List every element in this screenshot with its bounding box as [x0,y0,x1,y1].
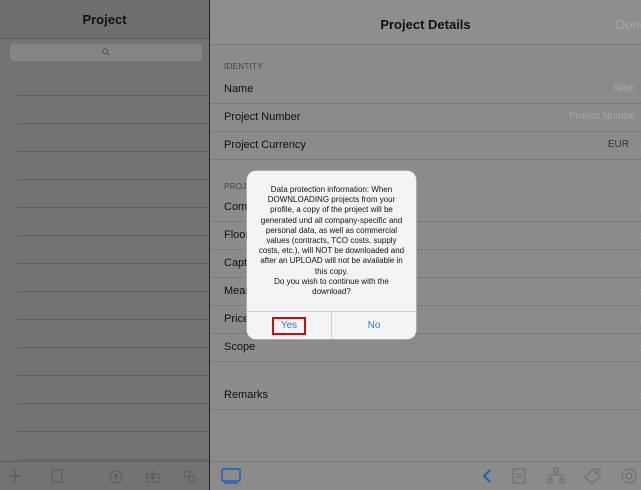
project-details-toolbar [210,461,641,490]
tag-icon[interactable] [582,466,604,486]
name-input[interactable]: Nam [614,83,635,94]
project-number-input[interactable]: Project Numbe [569,111,635,122]
list-row-separator [18,208,209,236]
project-details-title: Project Details [380,17,471,32]
copy-icon[interactable] [48,466,68,486]
section-label-identity: IDENTITY [224,62,263,71]
app: Project Project Details Don IDENTITY Nam… [0,0,641,490]
price-label: Price [224,313,250,325]
com-label: Com [224,201,248,213]
settings-icon[interactable] [179,466,199,486]
list-row-separator [18,404,209,432]
gear-icon[interactable] [618,466,640,486]
name-label: Name [224,83,254,95]
no-button[interactable]: No [332,312,416,339]
yes-button-label: Yes [271,316,307,335]
name-row[interactable]: Name Nam [210,76,641,104]
data-protection-alert: Data protection information: When DOWNLO… [247,171,416,339]
currency-value: EUR [607,139,629,150]
project-details-header: Project Details Done [210,0,641,45]
hierarchy-icon[interactable] [545,466,567,486]
list-row-separator [18,152,209,180]
yes-button[interactable]: Yes [247,312,331,339]
alert-message: Data protection information: When DOWNLO… [258,185,405,297]
project-list [0,68,209,460]
currency-row[interactable]: Project Currency EUR › [210,132,641,160]
back-chevron-icon[interactable] [476,466,498,486]
project-list-header: Project [0,0,209,39]
list-row-separator [18,292,209,320]
list-row-separator [18,68,209,96]
plus-icon[interactable] [5,466,25,486]
list-row-separator [18,432,209,460]
section-label-project: PROJ [224,182,247,191]
tablet-icon[interactable] [220,466,242,486]
scope-label: Scope [224,341,256,353]
list-row-separator [18,264,209,292]
list-row-separator [18,180,209,208]
cloud-upload-icon[interactable] [106,466,126,486]
list-row-separator [18,236,209,264]
project-list-toolbar [0,461,209,490]
project-list-pane: Project [0,0,209,490]
remarks-label: Remarks [224,389,269,401]
capt-label: Capt [224,257,248,269]
no-button-label: No [367,320,381,331]
project-number-label: Project Number [224,111,301,123]
floor-label: Floor [224,229,250,241]
done-button[interactable]: Done [616,17,641,32]
list-row-separator [18,320,209,348]
remarks-row[interactable]: Remarks › [210,382,641,410]
list-row-separator [18,124,209,152]
list-row-separator [18,96,209,124]
project-number-row[interactable]: Project Number Project Numbe [210,104,641,132]
list-row-separator [18,348,209,376]
list-row-separator [18,376,209,404]
currency-label: Project Currency [224,139,306,151]
document-icon[interactable] [508,466,530,486]
download-icon[interactable] [143,466,163,486]
project-list-title: Project [82,11,127,27]
search-icon [102,47,110,58]
search-field[interactable] [10,44,202,61]
